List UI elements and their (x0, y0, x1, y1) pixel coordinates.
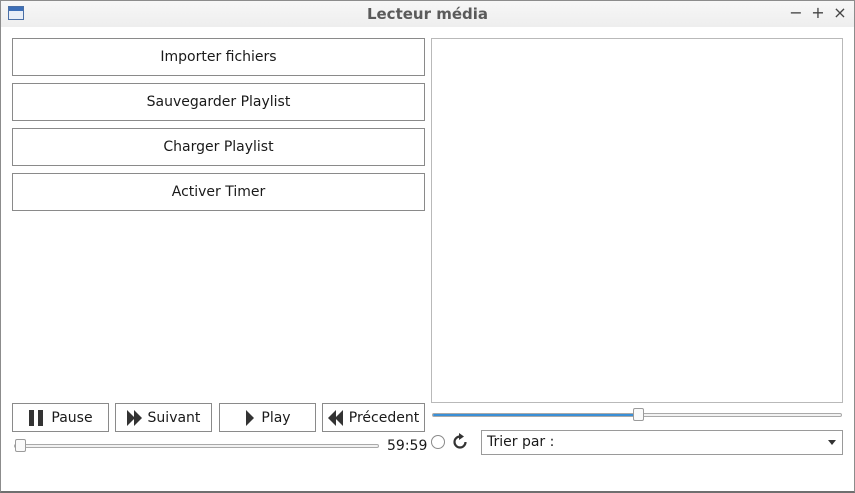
maximize-button[interactable]: + (809, 4, 827, 22)
previous-button[interactable]: Précedent (322, 403, 425, 432)
shuffle-radio[interactable] (431, 435, 445, 449)
activate-timer-button[interactable]: Activer Timer (12, 173, 425, 211)
seek-slider[interactable] (14, 439, 379, 452)
previous-label: Précedent (348, 409, 420, 426)
rewind-icon (327, 409, 344, 426)
title-bar: Lecteur média − + × (1, 1, 854, 27)
time-remaining: 59:59 (387, 438, 428, 454)
save-playlist-button[interactable]: Sauvegarder Playlist (12, 83, 425, 121)
sort-select[interactable]: Trier par : (481, 430, 843, 455)
chevron-down-icon (828, 440, 836, 445)
window-title: Lecteur média (366, 5, 489, 23)
play-label: Play (261, 409, 291, 426)
play-button[interactable]: Play (219, 403, 316, 432)
pause-icon (28, 409, 46, 426)
close-button[interactable]: × (831, 4, 849, 22)
volume-slider[interactable] (432, 408, 842, 421)
volume-slider-handle[interactable] (633, 408, 644, 421)
sort-select-value: Trier par : (487, 434, 555, 450)
pause-button[interactable]: Pause (12, 403, 109, 432)
fast-forward-icon (126, 409, 143, 426)
volume-slider-fill (433, 414, 639, 416)
load-playlist-button[interactable]: Charger Playlist (12, 128, 425, 166)
playlist-panel[interactable] (431, 38, 843, 403)
repeat-icon[interactable] (451, 433, 469, 451)
play-icon (244, 409, 256, 426)
minimize-button[interactable]: − (787, 4, 805, 22)
next-label: Suivant (147, 409, 201, 426)
import-files-button[interactable]: Importer fichiers (12, 38, 425, 76)
seek-slider-handle[interactable] (15, 439, 26, 452)
next-button[interactable]: Suivant (115, 403, 212, 432)
pause-label: Pause (51, 409, 93, 426)
